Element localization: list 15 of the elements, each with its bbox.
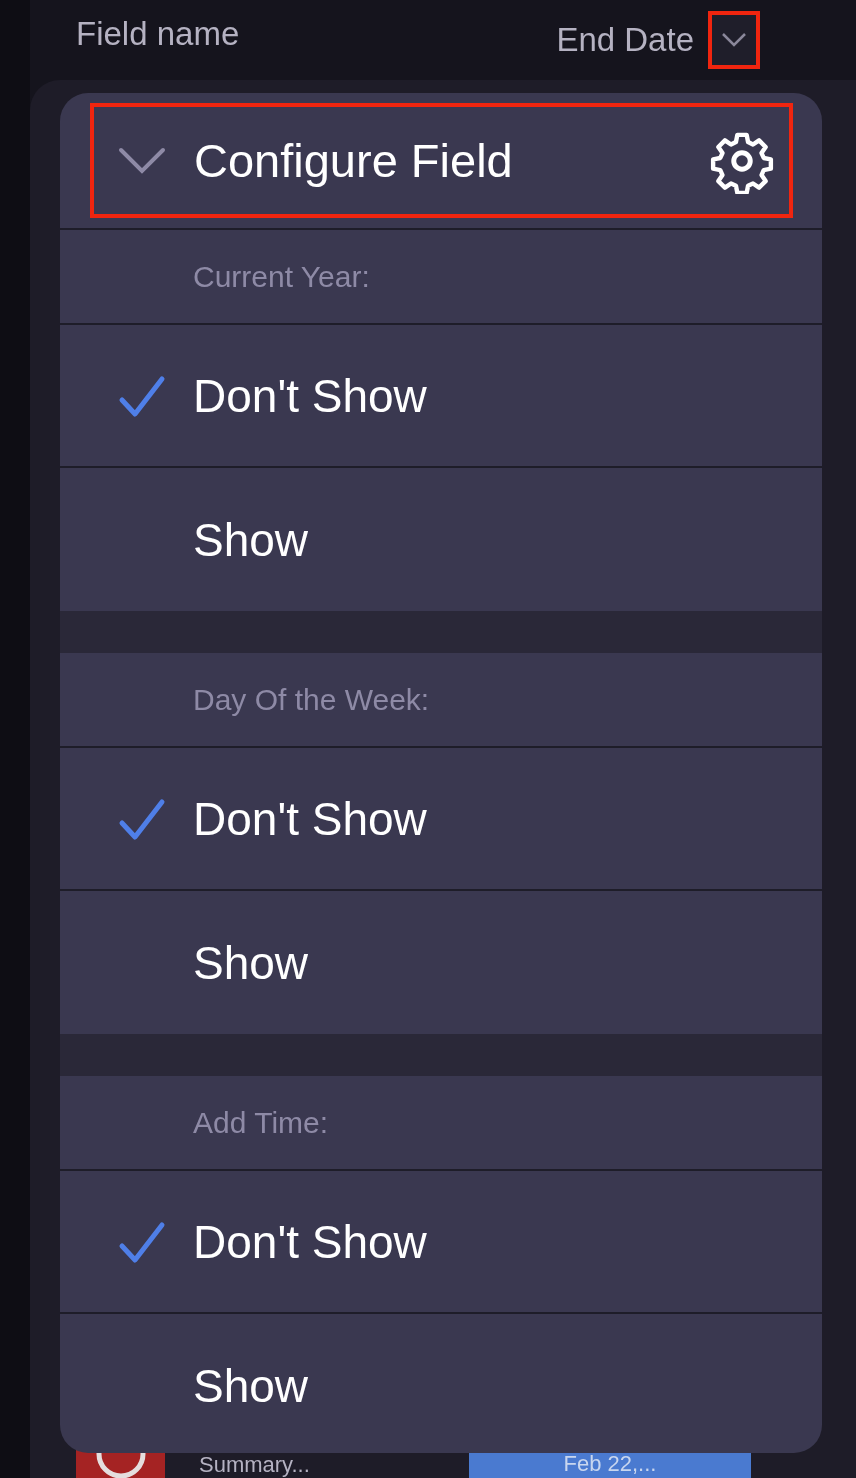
- option-item[interactable]: Don't Show: [60, 325, 822, 468]
- option-item[interactable]: Show: [60, 468, 822, 611]
- menu-header[interactable]: Configure Field: [90, 103, 793, 218]
- section-label: Day Of the Week:: [60, 653, 822, 748]
- section-label: Current Year:: [60, 230, 822, 325]
- option-item[interactable]: Show: [60, 1314, 822, 1453]
- column-header: Field name: [76, 15, 241, 53]
- option-item[interactable]: Don't Show: [60, 1171, 822, 1314]
- section-label: Add Time:: [60, 1076, 822, 1171]
- dropdown-button[interactable]: [708, 11, 760, 69]
- field-value: End Date: [556, 21, 694, 59]
- row-title: Summary...: [199, 1452, 311, 1478]
- option-item[interactable]: Show: [60, 891, 822, 1034]
- chevron-down-icon: [721, 32, 747, 48]
- option-item[interactable]: Don't Show: [60, 748, 822, 891]
